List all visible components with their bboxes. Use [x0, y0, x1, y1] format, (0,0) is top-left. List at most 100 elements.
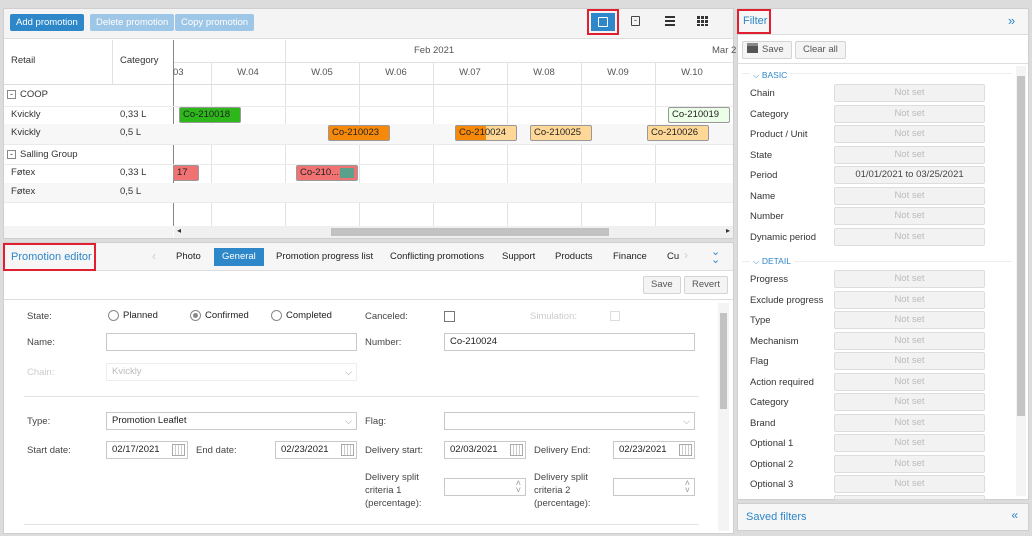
- promotion-bar[interactable]: Co-210026: [647, 125, 709, 141]
- filter-value[interactable]: Not set: [834, 84, 985, 102]
- flag-select[interactable]: ⌵: [444, 412, 695, 430]
- week-label: W.10: [681, 67, 703, 78]
- filter-value[interactable]: Not set: [834, 372, 985, 391]
- filter-value[interactable]: Not set: [834, 434, 985, 452]
- tab-cus[interactable]: Cu:: [667, 248, 680, 266]
- filter-value[interactable]: Not set: [834, 331, 985, 350]
- calendar-icon[interactable]: [341, 444, 354, 456]
- delivery-split-1-input[interactable]: ˄ ˅: [444, 478, 526, 496]
- calendar-icon[interactable]: [679, 444, 692, 456]
- editor-save-button[interactable]: Save: [643, 276, 681, 294]
- canceled-checkbox[interactable]: [444, 311, 455, 322]
- filter-value[interactable]: Not set: [834, 454, 985, 473]
- tab-products[interactable]: Products: [555, 248, 593, 266]
- category-cell: 0,5 L: [120, 186, 142, 197]
- collapse-right-icon[interactable]: »: [1008, 13, 1015, 28]
- grid-left-scrollbar[interactable]: [4, 226, 173, 238]
- filter-value[interactable]: Not set: [834, 393, 985, 411]
- section-detail[interactable]: ⌵ DETAIL: [750, 256, 794, 267]
- filter-label: Category: [750, 108, 789, 120]
- week-label: W.04: [237, 67, 259, 78]
- number-input[interactable]: Co-210024: [444, 333, 695, 351]
- week-label: W.05: [311, 67, 333, 78]
- copy-promotion-button[interactable]: Copy promotion: [175, 14, 255, 31]
- promotion-bar[interactable]: 17: [173, 165, 199, 181]
- group-row[interactable]: - Salling Group: [7, 146, 78, 164]
- filter-value[interactable]: Not set: [834, 270, 985, 288]
- section-basic[interactable]: ⌵ BASIC: [750, 70, 791, 81]
- saved-filters-panel[interactable]: Saved filters «: [737, 503, 1029, 531]
- filter-value[interactable]: Not set: [834, 352, 985, 370]
- type-select[interactable]: Promotion Leaflet ⌵: [106, 412, 357, 430]
- expand-down-icon[interactable]: ⌄ ⌄: [711, 247, 720, 266]
- row-divider: [4, 144, 733, 145]
- timeline-scrollbar[interactable]: ◂ ▸: [174, 226, 733, 238]
- spinner-icon[interactable]: ˄ ˅: [516, 479, 521, 495]
- promotion-bar[interactable]: Co-210025: [530, 125, 592, 141]
- filter-value[interactable]: Not set: [834, 104, 985, 123]
- state-radio-confirmed[interactable]: Confirmed: [190, 310, 249, 321]
- state-radio-completed[interactable]: Completed: [271, 310, 332, 321]
- row-divider: [4, 164, 733, 165]
- filter-value[interactable]: 01/01/2021 to 03/25/2021: [834, 166, 985, 184]
- filter-label: Dynamic period: [750, 231, 816, 243]
- delivery-end-input[interactable]: 02/23/2021: [613, 441, 695, 459]
- grid-view-icon[interactable]: [697, 16, 708, 26]
- list-view-icon[interactable]: [665, 16, 675, 26]
- filter-value[interactable]: Not set: [834, 125, 985, 143]
- collapse-icon[interactable]: -: [7, 90, 16, 99]
- name-input[interactable]: [106, 333, 357, 351]
- delete-promotion-button[interactable]: Delete promotion: [90, 14, 175, 31]
- filter-label: Exclude progress: [750, 294, 824, 306]
- tab-photo[interactable]: Photo: [176, 248, 201, 266]
- month-label: Feb 2021: [414, 45, 455, 56]
- promotion-bar[interactable]: Co-210018: [179, 107, 241, 123]
- collapse-icon[interactable]: -: [7, 150, 16, 159]
- spinner-icon[interactable]: ˄ ˅: [685, 479, 690, 495]
- calendar-icon[interactable]: [172, 444, 185, 456]
- filter-value[interactable]: Not set: [834, 475, 985, 493]
- filter-value[interactable]: Not set: [834, 227, 985, 246]
- promotion-bar[interactable]: Co-210019: [668, 107, 730, 123]
- filter-value[interactable]: Not set: [834, 207, 985, 225]
- tab-support[interactable]: Support: [502, 248, 535, 266]
- promotion-bar[interactable]: Co-210023: [328, 125, 390, 141]
- filter-value[interactable]: Not set: [834, 413, 985, 432]
- tabs-prev-icon[interactable]: ‹: [152, 249, 156, 263]
- category-cell: 0,33 L: [120, 167, 147, 178]
- tab-promotion-progress-list[interactable]: Promotion progress list: [276, 248, 373, 266]
- retail-cell: Føtex: [11, 186, 36, 197]
- filter-value[interactable]: Not set: [834, 145, 985, 164]
- filter-value[interactable]: [834, 495, 985, 500]
- promotion-bar[interactable]: Co-210024: [455, 125, 517, 141]
- filter-title: Filter: [737, 9, 771, 34]
- tab-general[interactable]: General: [214, 248, 264, 266]
- filter-value[interactable]: Not set: [834, 290, 985, 309]
- column-header-retail[interactable]: Retail: [11, 52, 35, 70]
- filter-value[interactable]: Not set: [834, 186, 985, 205]
- filter-value[interactable]: Not set: [834, 311, 985, 329]
- delivery-start-input[interactable]: 02/03/2021: [444, 441, 526, 459]
- filter-save-button[interactable]: Save: [742, 41, 792, 59]
- end-date-input[interactable]: 02/23/2021: [275, 441, 357, 459]
- tab-finance[interactable]: Finance: [613, 248, 647, 266]
- editor-scrollbar[interactable]: [718, 303, 729, 531]
- clear-all-button[interactable]: Clear all: [795, 41, 846, 59]
- week-label: 03: [173, 67, 184, 78]
- tab-conflicting-promotions[interactable]: Conflicting promotions: [390, 248, 484, 266]
- calendar-icon[interactable]: [510, 444, 523, 456]
- tabs-next-icon[interactable]: ›: [684, 248, 688, 262]
- delivery-split-2-input[interactable]: ˄ ˅: [613, 478, 695, 496]
- status-marker: [340, 168, 354, 178]
- add-promotion-button[interactable]: Add promotion: [10, 14, 84, 31]
- group-row[interactable]: - COOP: [7, 86, 48, 104]
- expand-up-icon[interactable]: «: [1011, 508, 1018, 522]
- collapse-view-icon[interactable]: -: [631, 16, 640, 26]
- filter-scrollbar[interactable]: [1016, 66, 1026, 496]
- group-label: Salling Group: [20, 149, 78, 160]
- editor-revert-button[interactable]: Revert: [684, 276, 728, 294]
- column-header-category[interactable]: Category: [120, 52, 159, 70]
- calendar-view-button[interactable]: [587, 9, 619, 35]
- state-radio-planned[interactable]: Planned: [108, 310, 158, 321]
- start-date-input[interactable]: 02/17/2021: [106, 441, 188, 459]
